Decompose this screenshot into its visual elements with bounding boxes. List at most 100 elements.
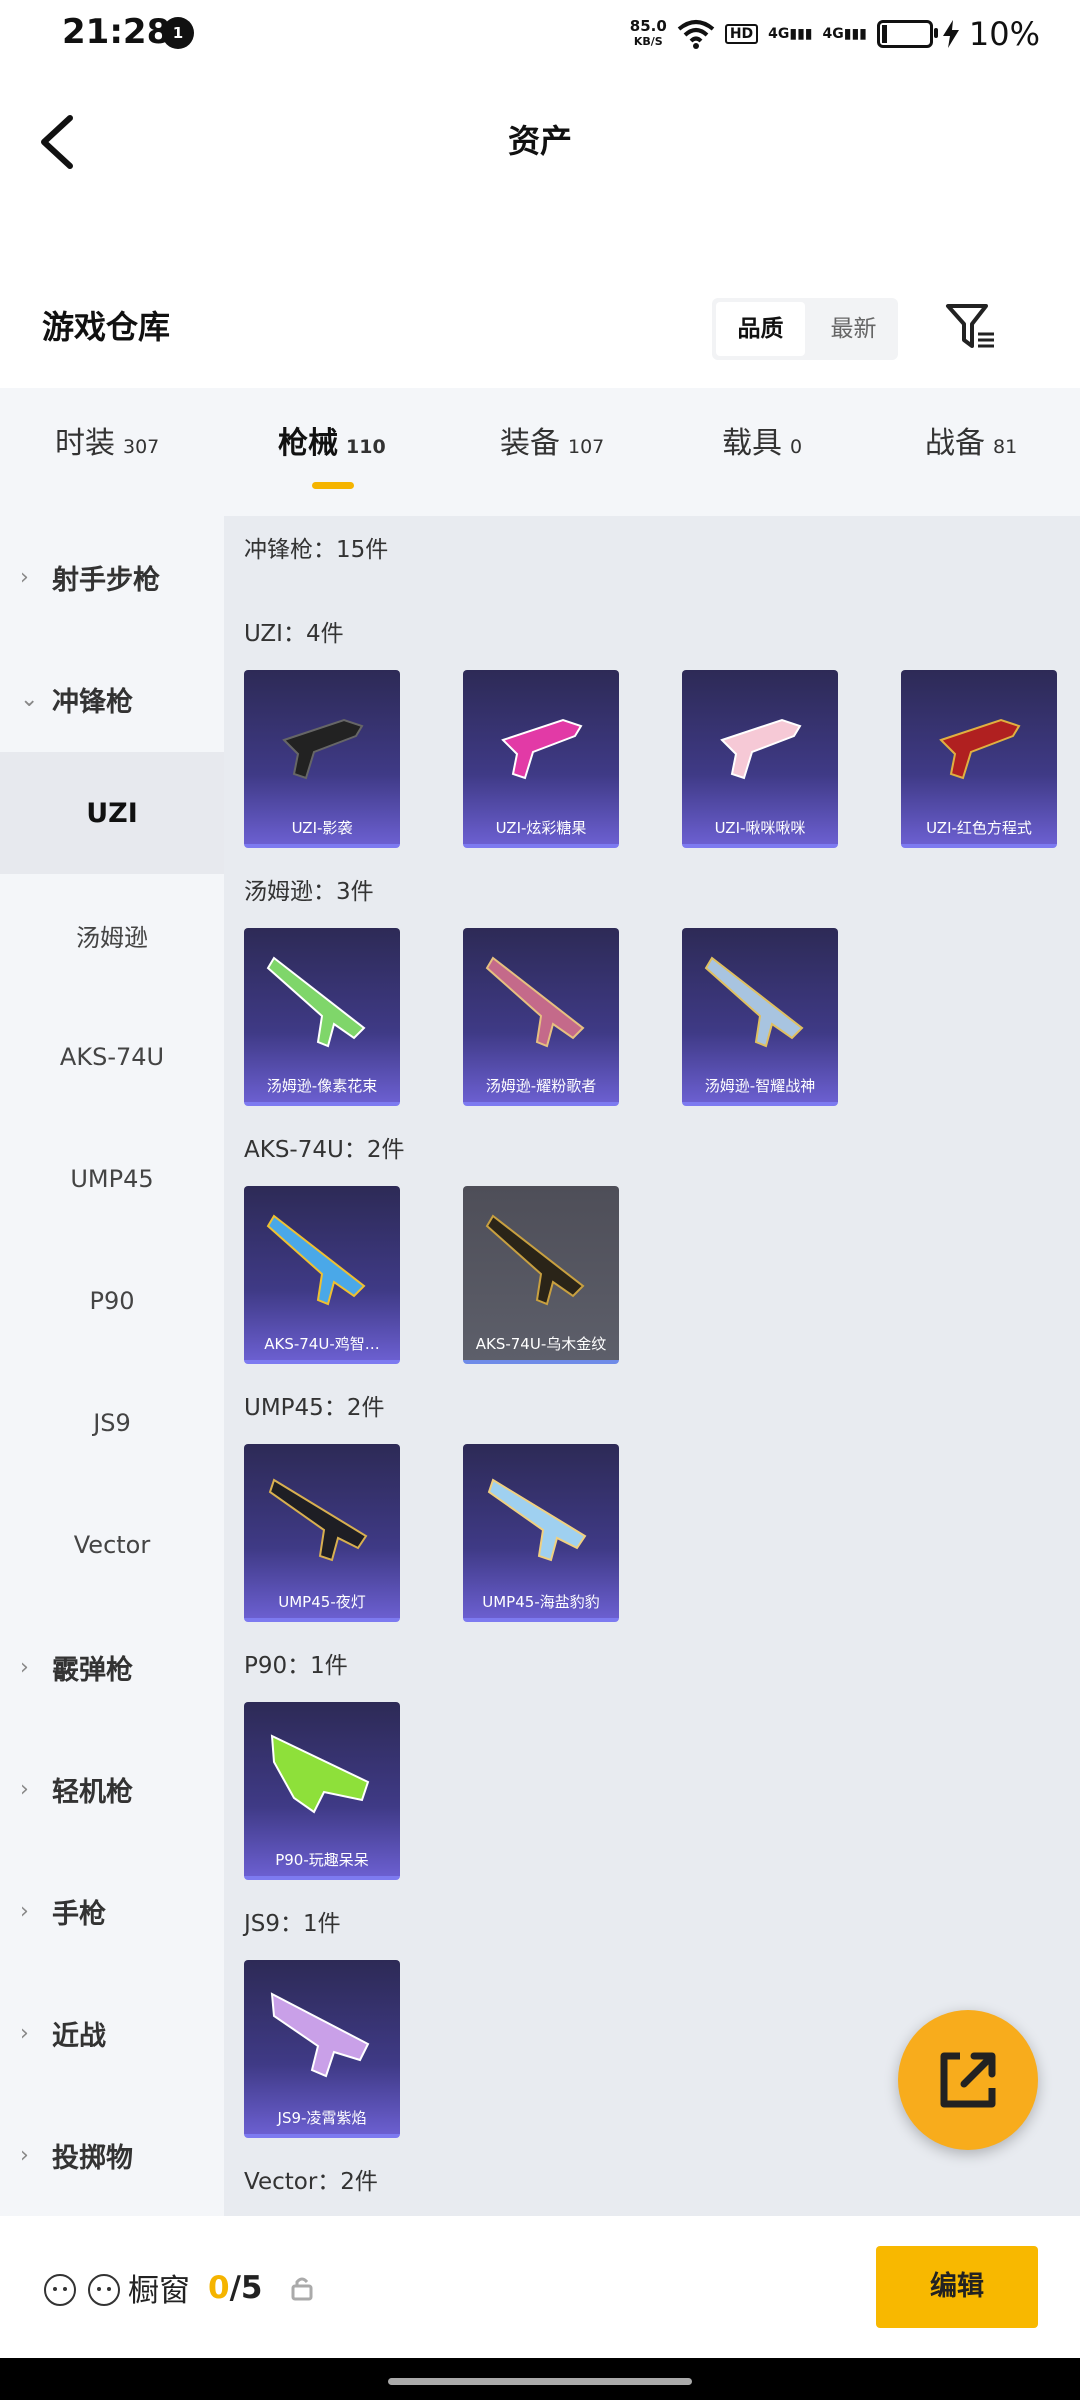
smg-icon [720, 718, 802, 780]
tab-count: 110 [346, 436, 386, 458]
sidebar-item-label: JS9 [93, 1409, 131, 1437]
item-name: UZI-红色方程式 [926, 819, 1032, 837]
wifi-icon [677, 20, 715, 49]
sidebar: › 射手步枪 ⌄ 冲锋枪 UZI 汤姆逊 AKS-74U UMP45 P90 JS9… [0, 516, 224, 2216]
group-title-thompson: 汤姆逊：3件 [244, 879, 374, 905]
tab-supplies[interactable]: 战备 81 [925, 418, 1017, 462]
item-card[interactable]: UZI-影袭 [244, 670, 400, 848]
showcase-info: 橱窗 0/5 [40, 2265, 316, 2310]
sidebar-item-label: UMP45 [70, 1165, 154, 1193]
external-link-icon [940, 2052, 996, 2108]
lock-icon [291, 2277, 313, 2300]
item-name: 汤姆逊-智耀战神 [704, 1077, 816, 1095]
share-button[interactable] [898, 2010, 1038, 2150]
rifle-icon [266, 1214, 366, 1306]
sidebar-sub-p90[interactable]: P90 [0, 1240, 224, 1362]
item-card[interactable]: P90-玩趣呆呆 [244, 1702, 400, 1880]
notification-badge: 1 [162, 17, 194, 49]
smg-icon [487, 1478, 587, 1562]
character-avatar-icon [88, 2273, 120, 2306]
item-card[interactable]: AKS-74U-乌木金纹 [463, 1186, 619, 1364]
home-indicator[interactable] [388, 2378, 692, 2385]
page-title: 资产 [507, 122, 572, 160]
showcase-count: 0/5 [208, 2270, 262, 2306]
smg-icon [268, 1478, 368, 1562]
sort-latest-button[interactable]: 最新 [809, 298, 898, 360]
signal-2-label: 4G [822, 26, 844, 42]
sidebar-item-smg[interactable]: ⌄ 冲锋枪 [0, 638, 224, 760]
sidebar-sub-aks74u[interactable]: AKS-74U [0, 996, 224, 1118]
sidebar-item-label: 汤姆逊 [76, 923, 148, 952]
item-card[interactable]: UZI-炫彩糖果 [463, 670, 619, 848]
sidebar-sub-uzi[interactable]: UZI [0, 752, 224, 874]
charging-icon [942, 20, 959, 48]
sidebar-item-label: 射手步枪 [52, 564, 160, 596]
tab-fashion[interactable]: 时装 307 [55, 418, 159, 462]
sidebar-item-label: 近战 [52, 2020, 106, 2052]
sidebar-item-lmg[interactable]: › 轻机枪 [0, 1728, 224, 1850]
battery-percent: 10% [968, 15, 1040, 53]
status-icons: 85.0 KB/S HD 4G▮▮▮ 4G▮▮▮ 10% [630, 12, 1040, 56]
net-speed-unit: KB/S [633, 35, 663, 48]
sidebar-sub-ump45[interactable]: UMP45 [0, 1118, 224, 1240]
tab-count: 81 [993, 436, 1018, 458]
sidebar-sub-js9[interactable]: JS9 [0, 1362, 224, 1484]
smg-icon [501, 718, 583, 780]
showcase-current: 0 [208, 2269, 230, 2306]
item-card[interactable]: UZI-红色方程式 [901, 670, 1057, 848]
showcase-total: /5 [229, 2269, 263, 2306]
item-card[interactable]: 汤姆逊-像素花束 [244, 928, 400, 1106]
sidebar-item-label: Vector [73, 1531, 151, 1559]
sidebar-item-label: 轻机枪 [52, 1776, 133, 1808]
item-card[interactable]: 汤姆逊-耀粉歌者 [463, 928, 619, 1106]
item-name: AKS-74U-乌木金纹 [475, 1335, 607, 1353]
item-name: UZI-炫彩糖果 [495, 819, 587, 837]
sidebar-item-throwable[interactable]: › 投掷物 [0, 2094, 224, 2216]
tab-count: 307 [123, 436, 160, 458]
edit-button[interactable]: 编辑 [876, 2246, 1038, 2328]
item-name: UZI-影袭 [291, 819, 353, 837]
sidebar-item-pistol[interactable]: › 手枪 [0, 1850, 224, 1972]
rifle-icon [266, 956, 366, 1048]
item-card[interactable]: UMP45-海盐豹豹 [463, 1444, 619, 1622]
smg-icon [270, 1734, 370, 1814]
item-name: UMP45-海盐豹豹 [482, 1593, 600, 1611]
sidebar-item-shotgun[interactable]: › 霰弹枪 [0, 1606, 224, 1728]
item-card[interactable]: JS9-凌霄紫焰 [244, 1960, 400, 2138]
item-name: AKS-74U-鸡智… [264, 1335, 380, 1353]
tab-equipment[interactable]: 装备 107 [500, 418, 604, 462]
item-card[interactable]: UMP45-夜灯 [244, 1444, 400, 1622]
sidebar-sub-vector[interactable]: Vector [0, 1484, 224, 1606]
smg-icon [270, 1992, 370, 2078]
group-title-p90: P90：1件 [244, 1653, 348, 1679]
sidebar-item-label: 投掷物 [52, 2142, 133, 2174]
sidebar-item-label: 霰弹枪 [52, 1654, 133, 1686]
rifle-icon [485, 956, 585, 1048]
item-card[interactable]: 汤姆逊-智耀战神 [682, 928, 838, 1106]
tab-guns[interactable]: 枪械 110 [278, 418, 386, 462]
rifle-icon [485, 1214, 585, 1306]
item-card[interactable]: UZI-啾咪啾咪 [682, 670, 838, 848]
sidebar-item-label: AKS-74U [59, 1043, 165, 1071]
sidebar-item-marksman-rifle[interactable]: › 射手步枪 [0, 516, 224, 638]
category-tabs: 时装 307 枪械 110 装备 107 载具 0 战备 81 [0, 388, 1080, 516]
item-card[interactable]: AKS-74U-鸡智… [244, 1186, 400, 1364]
signal-icon-1: 4G▮▮▮ [768, 26, 813, 42]
filter-icon[interactable] [944, 300, 998, 354]
sidebar-item-label: 冲锋枪 [52, 686, 133, 718]
chevron-right-icon: › [20, 2020, 29, 2046]
sidebar-item-label: P90 [89, 1287, 135, 1315]
system-nav-bar [0, 2358, 1080, 2400]
hd-icon: HD [724, 24, 759, 44]
sidebar-sub-thompson[interactable]: 汤姆逊 [0, 874, 224, 996]
tab-count: 107 [568, 436, 605, 458]
tab-vehicles[interactable]: 载具 0 [722, 418, 802, 462]
group-title-js9: JS9：1件 [244, 1911, 341, 1937]
group-title-uzi: UZI：4件 [244, 621, 344, 647]
tab-label: 载具 [722, 426, 782, 461]
sidebar-item-melee[interactable]: › 近战 [0, 1972, 224, 2094]
item-name: 汤姆逊-像素花束 [266, 1077, 378, 1095]
sort-quality-button[interactable]: 品质 [716, 302, 805, 356]
tab-label: 战备 [925, 426, 985, 461]
item-name: UMP45-夜灯 [278, 1593, 366, 1611]
